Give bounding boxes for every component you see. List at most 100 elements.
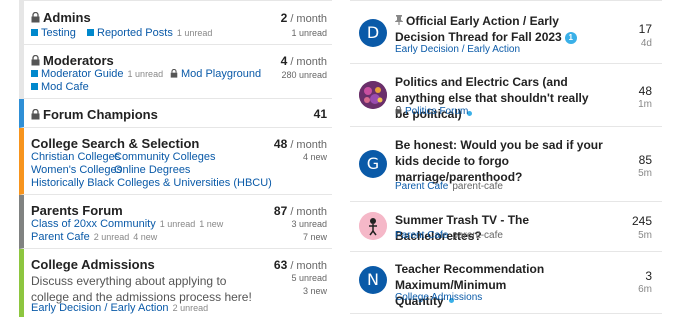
avatar-letter: D	[366, 23, 380, 42]
subcategory-label: Testing	[41, 27, 76, 39]
subcategory-label: Reported Posts	[97, 27, 173, 39]
subcategory-class-of-20xx[interactable]: Class of 20xx Community 1 unread 1 new	[31, 218, 223, 230]
topic-category-label: Politics Forum	[405, 106, 469, 117]
category-title-text: College Admissions	[31, 257, 155, 272]
lock-icon	[31, 55, 40, 66]
category-row-moderators[interactable]: Moderators Moderator Guide 1 unread Mod P…	[19, 45, 332, 99]
category-title-text: Admins	[43, 10, 91, 25]
category-unread-count: 5 unread	[291, 273, 327, 283]
subcategory-label: Moderator Guide	[41, 68, 124, 80]
subcategory-mod-cafe[interactable]: Mod Cafe	[31, 81, 89, 93]
activity-age[interactable]: 4d	[641, 38, 652, 49]
topic-category[interactable]: Early Decision / Early Action	[395, 44, 520, 55]
avatar[interactable]	[359, 212, 387, 240]
category-stat: 2 / month	[281, 11, 327, 25]
avatar-image-icon	[359, 212, 387, 240]
reply-count: 3	[645, 269, 652, 283]
subcategory-label: Community Colleges	[114, 151, 216, 163]
topic-tag[interactable]: parent-cafe	[452, 181, 503, 192]
category-title-text: Moderators	[43, 53, 114, 68]
subcategory-hbcu[interactable]: Historically Black Colleges & Universiti…	[31, 177, 272, 189]
topic-row[interactable]: D Official Early Action / Early Decision…	[350, 1, 662, 64]
category-stat: 41	[314, 107, 327, 121]
topic-tag[interactable]: parent-cafe	[452, 230, 503, 241]
category-title-college-search[interactable]: College Search & Selection	[31, 136, 199, 151]
category-color-square	[31, 29, 38, 36]
topic-row[interactable]: G Be honest: Would you be sad if your ki…	[350, 127, 662, 202]
subcategory-womens-colleges[interactable]: Women's Colleges	[31, 164, 122, 176]
avatar[interactable]: G	[359, 150, 387, 178]
topic-row[interactable]: N Teacher Recommendation Maximum/Minimum…	[350, 252, 662, 314]
activity-age[interactable]: 1m	[638, 99, 652, 110]
topic-category[interactable]: College Admissions	[395, 292, 482, 303]
activity-age[interactable]: 5m	[638, 168, 652, 179]
category-row-admins[interactable]: Admins Testing Reported Posts 1 unread 2 …	[19, 1, 332, 45]
unread-count: 2 unread	[172, 303, 209, 313]
lock-icon	[170, 69, 178, 78]
lock-icon	[395, 105, 402, 114]
topic-category[interactable]: Politics Forum	[395, 105, 469, 117]
lock-icon	[31, 12, 40, 23]
subcategory-mod-playground[interactable]: Mod Playground	[170, 68, 261, 80]
subcategory-label: Mod Playground	[181, 68, 262, 80]
topic-title-text: Be honest: Would you be sad if your kids…	[395, 138, 603, 184]
stat-period: / month	[290, 56, 327, 68]
unread-count: 2 unread	[93, 232, 130, 242]
topic-title-text: Official Early Action / Early Decision T…	[395, 14, 562, 44]
category-description: Discuss everything about applying to col…	[31, 274, 252, 304]
category-title-text: College Search & Selection	[31, 136, 200, 151]
category-stat: 48 / month	[274, 137, 327, 151]
topic-count: 4	[280, 54, 288, 68]
avatar-letter: N	[367, 270, 379, 289]
subcategory-moderator-guide[interactable]: Moderator Guide 1 unread	[31, 68, 163, 80]
topic-category[interactable]: Parent Cafe parent-cafe	[395, 230, 503, 241]
topic-count: 2	[280, 11, 288, 25]
category-list: Admins Testing Reported Posts 1 unread 2 …	[19, 0, 332, 317]
topic-category[interactable]: Parent Cafe parent-cafe	[395, 181, 503, 192]
topic-category-label: Parent Cafe	[395, 181, 449, 192]
new-count: 1 new	[199, 219, 224, 229]
avatar-image-icon	[359, 81, 387, 109]
subcategory-reported-posts[interactable]: Reported Posts 1 unread	[87, 27, 212, 39]
topic-count: 87	[273, 204, 288, 218]
subcategory-online-degrees[interactable]: Online Degrees	[114, 164, 190, 176]
avatar[interactable]	[359, 81, 387, 109]
topic-row[interactable]: Summer Trash TV - The Bachelorettes? Par…	[350, 202, 662, 252]
category-title-admins[interactable]: Admins	[31, 10, 91, 25]
subcategory-label: Mod Cafe	[41, 81, 89, 93]
avatar[interactable]: N	[359, 266, 387, 294]
reply-count: 17	[638, 22, 652, 36]
activity-age[interactable]: 6m	[638, 284, 652, 295]
category-stat: 63 / month	[274, 258, 327, 272]
activity-age[interactable]: 5m	[638, 230, 652, 241]
subcategory-christian-colleges[interactable]: Christian Colleges	[31, 151, 120, 163]
avatar-letter: G	[366, 154, 380, 173]
category-row-forum-champions[interactable]: Forum Champions 41	[19, 99, 332, 128]
category-color-square	[31, 70, 38, 77]
category-new-count: 3 new	[302, 286, 327, 296]
topic-row[interactable]: Politics and Electric Cars (and anything…	[350, 64, 662, 127]
subcategory-label: Online Degrees	[114, 164, 191, 176]
category-title-moderators[interactable]: Moderators	[31, 53, 114, 68]
category-row-college-search[interactable]: College Search & Selection Christian Col…	[19, 128, 332, 195]
reply-count: 245	[631, 214, 652, 228]
topic-category-label: Parent Cafe	[395, 230, 449, 241]
subcategory-label: Parent Cafe	[31, 231, 90, 243]
category-title-parents-forum[interactable]: Parents Forum	[31, 203, 123, 218]
avatar[interactable]: D	[359, 19, 387, 47]
subcategory-parent-cafe[interactable]: Parent Cafe 2 unread 4 new	[31, 231, 157, 243]
unread-badge[interactable]: 1	[564, 32, 577, 44]
subcategory-early-decision[interactable]: Early Decision / Early Action 2 unread	[31, 302, 208, 314]
latest-topics-list: D Official Early Action / Early Decision…	[350, 0, 662, 317]
category-stat: 87 / month	[274, 204, 327, 218]
category-title-forum-champions[interactable]: Forum Champions	[31, 107, 158, 122]
subcategory-community-colleges[interactable]: Community Colleges	[114, 151, 215, 163]
topic-title[interactable]: Be honest: Would you be sad if your kids…	[395, 137, 605, 185]
category-row-college-admissions[interactable]: College Admissions Discuss everything ab…	[19, 249, 332, 317]
category-title-college-admissions[interactable]: College Admissions	[31, 257, 155, 272]
subcategory-label: Christian Colleges	[31, 151, 121, 163]
category-row-parents-forum[interactable]: Parents Forum Class of 20xx Community 1 u…	[19, 195, 332, 249]
subcategory-testing[interactable]: Testing	[31, 27, 76, 39]
topic-category-label: College Admissions	[395, 292, 483, 303]
topic-title[interactable]: Official Early Action / Early Decision T…	[395, 13, 605, 45]
